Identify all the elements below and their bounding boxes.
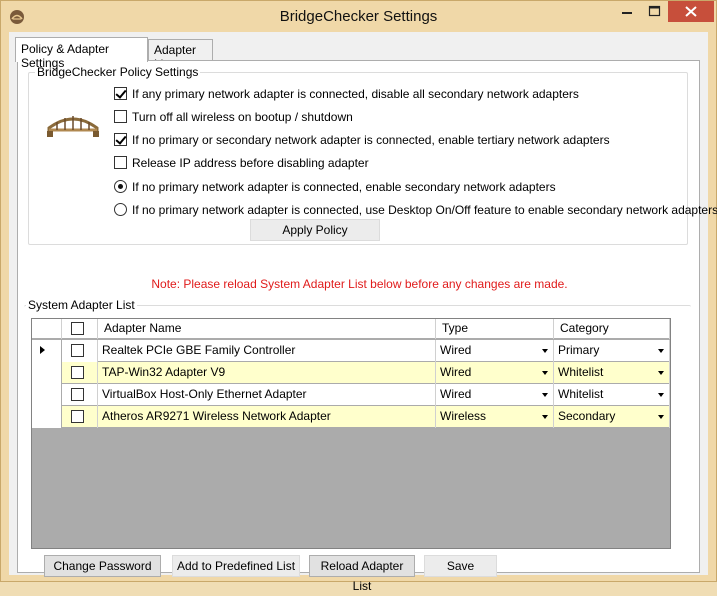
- option-enable-secondary-label: If no primary network adapter is connect…: [132, 180, 556, 194]
- chevron-down-icon: [658, 393, 664, 397]
- chevron-down-icon: [658, 371, 664, 375]
- chevron-down-icon: [542, 371, 548, 375]
- category-value: Primary: [558, 343, 600, 357]
- apply-policy-button[interactable]: Apply Policy: [250, 219, 380, 241]
- add-to-predefined-list-button[interactable]: Add to Predefined List: [172, 555, 300, 577]
- title-bar[interactable]: BridgeChecker Settings: [1, 1, 716, 32]
- type-value: Wired: [440, 387, 472, 401]
- row-checkbox[interactable]: [71, 344, 84, 357]
- option-enable-tertiary-checkbox[interactable]: [114, 133, 127, 146]
- option-wireless-off-label: Turn off all wireless on bootup / shutdo…: [132, 110, 353, 124]
- adapter-name-cell[interactable]: VirtualBox Host-Only Ethernet Adapter: [98, 384, 436, 406]
- option-release-ip-label: Release IP address before disabling adap…: [132, 156, 369, 170]
- category-select[interactable]: Whitelist: [554, 362, 670, 384]
- window-title: BridgeChecker Settings: [279, 8, 438, 25]
- option-enable-secondary-radio[interactable]: [114, 180, 127, 193]
- type-select[interactable]: Wireless: [436, 406, 554, 428]
- option-desktop-onoff-radio[interactable]: [114, 203, 127, 216]
- row-checkbox[interactable]: [71, 388, 84, 401]
- adapter-grid: Adapter Name Type Category Realtek PCIe …: [31, 318, 671, 549]
- minimize-icon: [622, 12, 632, 14]
- chevron-down-icon: [542, 415, 548, 419]
- category-value: Secondary: [558, 409, 616, 423]
- client-area: Policy & Adapter Settings Adapter List B…: [9, 32, 717, 593]
- maximize-button[interactable]: [641, 1, 668, 22]
- chevron-down-icon: [658, 349, 664, 353]
- category-select[interactable]: Secondary: [554, 406, 670, 428]
- option-disable-secondary-checkbox[interactable]: [114, 87, 127, 100]
- option-wireless-off-checkbox[interactable]: [114, 110, 127, 123]
- column-type[interactable]: Type: [436, 319, 554, 339]
- type-value: Wireless: [440, 409, 487, 423]
- option-disable-secondary-label: If any primary network adapter is connec…: [132, 87, 579, 101]
- minimize-button[interactable]: [613, 1, 641, 22]
- column-category[interactable]: Category: [554, 319, 670, 339]
- chevron-down-icon: [542, 393, 548, 397]
- adapter-name-cell[interactable]: TAP-Win32 Adapter V9: [98, 362, 436, 384]
- row-select-cell: [62, 340, 98, 362]
- bridge-image: [47, 116, 99, 137]
- row-checkbox[interactable]: [71, 366, 84, 379]
- type-value: Wired: [440, 365, 472, 379]
- row-header: [32, 406, 62, 428]
- row-header: [32, 384, 62, 406]
- category-select[interactable]: Whitelist: [554, 384, 670, 406]
- adapter-group-title: System Adapter List: [26, 298, 137, 312]
- table-row[interactable]: VirtualBox Host-Only Ethernet Adapter Wi…: [32, 384, 670, 406]
- row-header: [32, 362, 62, 384]
- option-release-ip-checkbox[interactable]: [114, 156, 127, 169]
- save-button[interactable]: Save: [424, 555, 497, 577]
- adapter-name-cell[interactable]: Realtek PCIe GBE Family Controller: [98, 340, 436, 362]
- row-select-cell: [62, 384, 98, 406]
- current-row-arrow-icon: [40, 346, 45, 354]
- settings-window: BridgeChecker Settings Policy & Adapter …: [0, 0, 717, 593]
- category-value: Whitelist: [558, 387, 604, 401]
- option-enable-tertiary-label: If no primary or secondary network adapt…: [132, 133, 610, 147]
- select-all-checkbox[interactable]: [71, 322, 84, 335]
- row-header-corner: [32, 319, 62, 339]
- category-select[interactable]: Primary: [554, 340, 670, 362]
- table-row[interactable]: Atheros AR9271 Wireless Network Adapter …: [32, 406, 670, 428]
- row-select-cell: [62, 362, 98, 384]
- close-button[interactable]: [668, 1, 714, 22]
- policy-settings-group: BridgeChecker Policy Settings If any pri…: [28, 65, 717, 245]
- row-checkbox[interactable]: [71, 410, 84, 423]
- option-desktop-onoff-label: If no primary network adapter is connect…: [132, 203, 717, 217]
- column-adapter-name[interactable]: Adapter Name: [98, 319, 436, 339]
- table-row[interactable]: TAP-Win32 Adapter V9 Wired Whitelist: [32, 362, 670, 384]
- change-password-button[interactable]: Change Password: [44, 555, 161, 577]
- table-row[interactable]: Realtek PCIe GBE Family Controller Wired…: [32, 340, 670, 362]
- row-select-cell: [62, 406, 98, 428]
- grid-header: Adapter Name Type Category: [32, 319, 670, 339]
- chevron-down-icon: [542, 349, 548, 353]
- tab-adapter-list[interactable]: Adapter List: [148, 39, 213, 71]
- row-header: [32, 340, 62, 362]
- reload-note: Note: Please reload System Adapter List …: [151, 277, 568, 291]
- type-select[interactable]: Wired: [436, 340, 554, 362]
- select-all-cell: [62, 319, 98, 339]
- tab-page: BridgeChecker Policy Settings If any pri…: [17, 60, 717, 593]
- maximize-icon: [648, 5, 661, 17]
- tab-policy-adapter-settings[interactable]: Policy & Adapter Settings: [15, 37, 148, 70]
- chevron-down-icon: [658, 415, 664, 419]
- reload-adapter-list-button[interactable]: Reload Adapter List: [309, 555, 415, 593]
- close-icon: [685, 6, 697, 17]
- category-value: Whitelist: [558, 365, 604, 379]
- type-select[interactable]: Wired: [436, 384, 554, 406]
- type-value: Wired: [440, 343, 472, 357]
- adapter-name-cell[interactable]: Atheros AR9271 Wireless Network Adapter: [98, 406, 436, 428]
- type-select[interactable]: Wired: [436, 362, 554, 384]
